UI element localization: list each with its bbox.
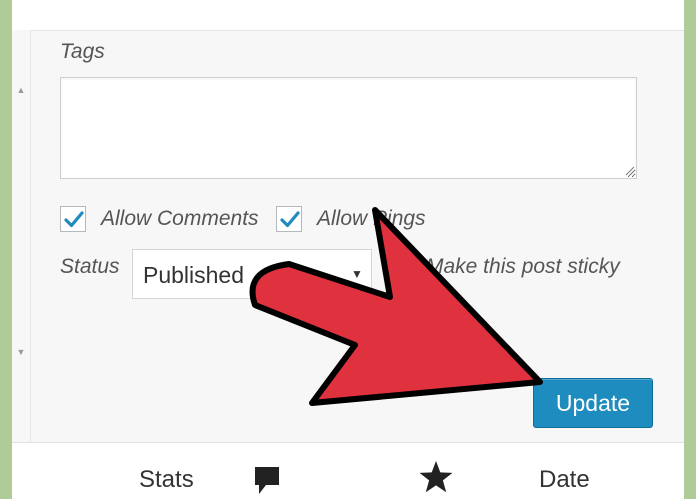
status-selected-value: Published bbox=[143, 262, 245, 288]
scroll-up-icon[interactable]: ▲ bbox=[14, 84, 28, 96]
quick-edit-panel: ▲ ▼ Tags Allow Comments Allow Pings Stat… bbox=[12, 0, 684, 499]
status-select[interactable]: Published ▼ bbox=[132, 249, 372, 299]
chevron-down-icon: ▼ bbox=[351, 267, 363, 281]
sticky-label: Make this post sticky bbox=[426, 255, 620, 278]
allow-pings-label: Allow Pings bbox=[317, 207, 426, 230]
comment-bubble-icon[interactable] bbox=[253, 465, 281, 497]
column-date[interactable]: Date bbox=[539, 466, 590, 494]
category-scrollbar[interactable]: ▲ ▼ bbox=[12, 30, 31, 442]
tags-label: Tags bbox=[60, 40, 105, 63]
checkmark-icon bbox=[280, 211, 300, 228]
tags-textarea[interactable] bbox=[60, 77, 637, 179]
star-icon[interactable] bbox=[418, 460, 454, 494]
allow-pings-checkbox[interactable] bbox=[276, 206, 302, 232]
allow-comments-label: Allow Comments bbox=[101, 207, 259, 230]
checkmark-icon bbox=[64, 211, 84, 228]
resize-grip-icon[interactable] bbox=[625, 166, 635, 176]
status-label: Status bbox=[60, 255, 120, 278]
top-strip bbox=[12, 0, 684, 31]
update-button[interactable]: Update bbox=[533, 378, 653, 428]
column-stats[interactable]: Stats bbox=[139, 466, 194, 494]
allow-comments-checkbox[interactable] bbox=[60, 206, 86, 232]
scroll-down-icon[interactable]: ▼ bbox=[14, 346, 28, 358]
